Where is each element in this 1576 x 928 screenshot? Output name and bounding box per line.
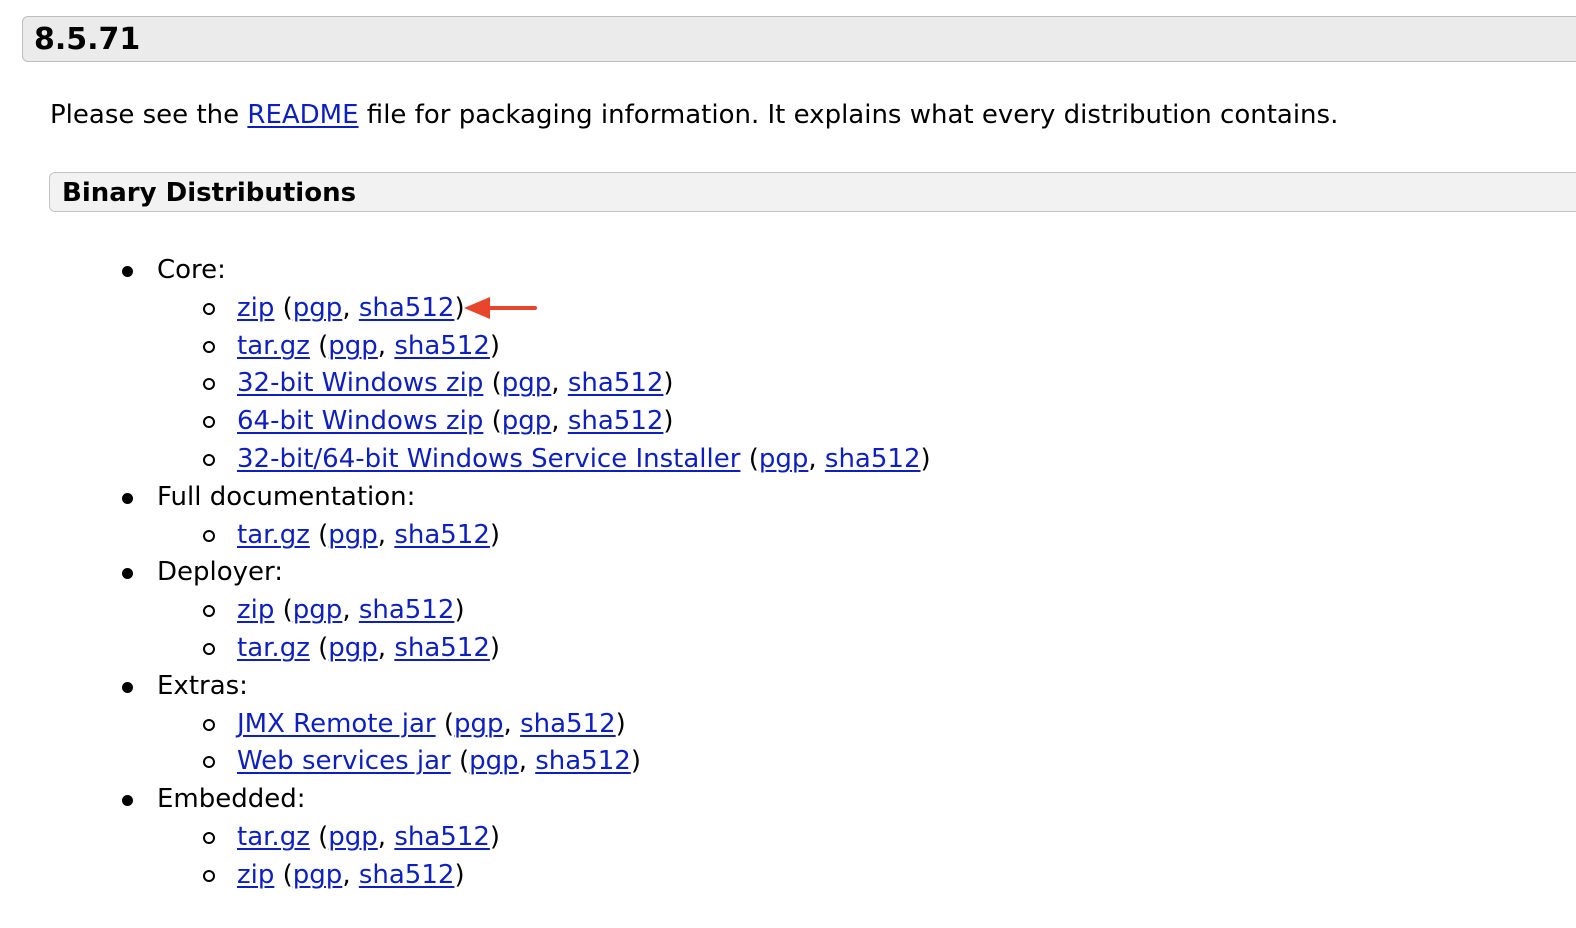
group-core: Core: zip (pgp, sha512) tar.gz (pgp, sha… [0, 252, 931, 479]
list-item: tar.gz (pgp, sha512) [157, 517, 931, 555]
intro-before: Please see the [50, 100, 248, 130]
sha512-link[interactable]: sha512 [394, 633, 490, 663]
download-link[interactable]: zip [237, 595, 274, 625]
distribution-list: Core: zip (pgp, sha512) tar.gz (pgp, sha… [0, 252, 931, 895]
group-extras: Extras: JMX Remote jar (pgp, sha512) Web… [0, 668, 931, 781]
sha512-link[interactable]: sha512 [394, 822, 490, 852]
download-link[interactable]: JMX Remote jar [237, 709, 436, 739]
arrow-left-icon [464, 297, 537, 319]
group-label: Deployer: [157, 557, 284, 588]
sha512-link[interactable]: sha512 [359, 293, 455, 323]
list-item: tar.gz (pgp, sha512) [157, 328, 931, 366]
group-full-documentation: Full documentation: tar.gz (pgp, sha512) [0, 479, 931, 555]
download-link[interactable]: 64-bit Windows zip [237, 406, 483, 436]
deployer-downloads: zip (pgp, sha512) tar.gz (pgp, sha512) [157, 592, 931, 668]
group-embedded: Embedded: tar.gz (pgp, sha512) zip (pgp,… [0, 781, 931, 894]
download-page: 8.5.71 Please see the README file for pa… [0, 0, 1576, 928]
list-item: zip (pgp, sha512) [157, 290, 931, 328]
version-header: 8.5.71 [22, 16, 1576, 62]
group-label: Embedded: [157, 784, 306, 815]
documentation-downloads: tar.gz (pgp, sha512) [157, 517, 931, 555]
binary-distributions-header: Binary Distributions [49, 172, 1576, 212]
download-link[interactable]: tar.gz [237, 633, 310, 663]
pgp-link[interactable]: pgp [454, 709, 504, 739]
list-item: JMX Remote jar (pgp, sha512) [157, 706, 931, 744]
download-link[interactable]: tar.gz [237, 520, 310, 550]
download-link[interactable]: Web services jar [237, 746, 451, 776]
sha512-link[interactable]: sha512 [394, 520, 490, 550]
download-link[interactable]: 32-bit Windows zip [237, 368, 483, 398]
intro-after: file for packaging information. It expla… [358, 100, 1339, 130]
list-item: 64-bit Windows zip (pgp, sha512) [157, 403, 931, 441]
pgp-link[interactable]: pgp [293, 595, 343, 625]
sha512-link[interactable]: sha512 [520, 709, 616, 739]
extras-downloads: JMX Remote jar (pgp, sha512) Web service… [157, 706, 931, 782]
list-item: 32-bit/64-bit Windows Service Installer … [157, 441, 931, 479]
list-item: zip (pgp, sha512) [157, 592, 931, 630]
embedded-downloads: tar.gz (pgp, sha512) zip (pgp, sha512) [157, 819, 931, 895]
pgp-link[interactable]: pgp [759, 444, 809, 474]
sha512-link[interactable]: sha512 [568, 406, 664, 436]
section-title: Binary Distributions [62, 178, 357, 208]
pgp-link[interactable]: pgp [469, 746, 519, 776]
download-link[interactable]: tar.gz [237, 822, 310, 852]
sha512-link[interactable]: sha512 [825, 444, 921, 474]
sha512-link[interactable]: sha512 [394, 331, 490, 361]
list-item: tar.gz (pgp, sha512) [157, 819, 931, 857]
pgp-link[interactable]: pgp [328, 520, 378, 550]
sha512-link[interactable]: sha512 [359, 860, 455, 890]
sha512-link[interactable]: sha512 [535, 746, 631, 776]
list-item: 32-bit Windows zip (pgp, sha512) [157, 365, 931, 403]
sha512-link[interactable]: sha512 [359, 595, 455, 625]
pgp-link[interactable]: pgp [502, 406, 552, 436]
group-label: Core: [157, 255, 226, 285]
pgp-link[interactable]: pgp [502, 368, 552, 398]
list-item: zip (pgp, sha512) [157, 857, 931, 895]
download-link[interactable]: zip [237, 293, 274, 323]
pgp-link[interactable]: pgp [328, 331, 378, 361]
readme-link[interactable]: README [247, 100, 358, 130]
group-label: Full documentation: [157, 481, 416, 512]
group-label: Extras: [157, 670, 248, 701]
pgp-link[interactable]: pgp [328, 822, 378, 852]
download-link[interactable]: zip [237, 860, 274, 890]
group-deployer: Deployer: zip (pgp, sha512) tar.gz (pgp,… [0, 554, 931, 667]
sha512-link[interactable]: sha512 [568, 368, 664, 398]
core-downloads: zip (pgp, sha512) tar.gz (pgp, sha512) 3… [157, 290, 931, 479]
pgp-link[interactable]: pgp [293, 860, 343, 890]
list-item: Web services jar (pgp, sha512) [157, 743, 931, 781]
download-link[interactable]: 32-bit/64-bit Windows Service Installer [237, 444, 740, 474]
download-link[interactable]: tar.gz [237, 331, 310, 361]
intro-text: Please see the README file for packaging… [50, 96, 1338, 134]
pgp-link[interactable]: pgp [328, 633, 378, 663]
version-title: 8.5.71 [34, 22, 141, 57]
list-item: tar.gz (pgp, sha512) [157, 630, 931, 668]
pgp-link[interactable]: pgp [293, 293, 343, 323]
